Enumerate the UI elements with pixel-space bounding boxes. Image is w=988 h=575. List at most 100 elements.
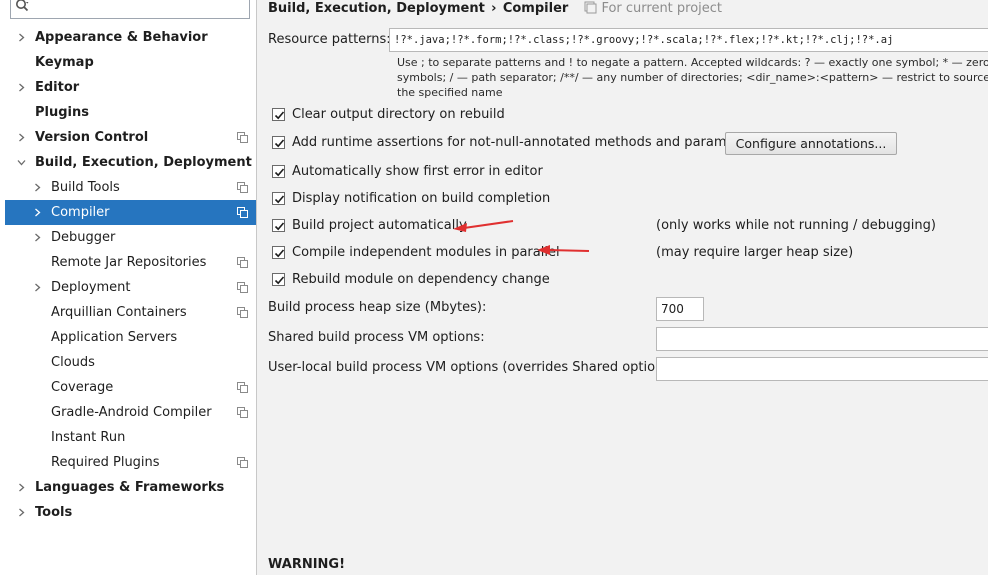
help-line: symbols; / — path separator; /**/ — any …: [397, 71, 988, 84]
resource-patterns-label: Resource patterns:: [268, 32, 391, 47]
chevron-right-icon[interactable]: [33, 233, 42, 242]
resource-patterns-input[interactable]: !?*.java;!?*.form;!?*.class;!?*.groovy;!…: [389, 28, 988, 52]
checkmark-icon: [274, 139, 285, 148]
chevron-right-icon[interactable]: [17, 133, 26, 142]
sidebar-item[interactable]: Version Control: [5, 125, 256, 150]
sidebar-item-label: Version Control: [35, 130, 149, 145]
checkmark-icon: [274, 249, 285, 258]
sidebar-item[interactable]: Keymap: [5, 50, 256, 75]
sidebar-item[interactable]: Debugger: [5, 225, 256, 250]
sidebar-item[interactable]: Build, Execution, Deployment: [5, 150, 256, 175]
search-icon: [16, 0, 29, 12]
option-label: Display notification on build completion: [292, 191, 551, 206]
sidebar-item[interactable]: Compiler: [5, 200, 256, 225]
breadcrumb-separator: ›: [491, 1, 497, 16]
chevron-right-icon[interactable]: [17, 483, 26, 492]
search-box[interactable]: [10, 0, 250, 19]
option-checkbox[interactable]: [272, 136, 285, 149]
project-scope-icon: [237, 132, 248, 143]
sidebar-item-label: Keymap: [35, 55, 94, 70]
option-checkbox[interactable]: [272, 108, 285, 121]
chevron-right-icon[interactable]: [17, 83, 26, 92]
sidebar-item-label: Appearance & Behavior: [35, 30, 208, 45]
search-input[interactable]: [37, 0, 242, 16]
sidebar-item-label: Languages & Frameworks: [35, 480, 225, 495]
sidebar-item[interactable]: Required Plugins: [5, 450, 256, 475]
sidebar-item-label: Coverage: [51, 380, 114, 395]
checkmark-icon: [274, 111, 285, 120]
sidebar-item-label: Remote Jar Repositories: [51, 255, 207, 270]
chevron-right-icon[interactable]: [33, 208, 42, 217]
project-scope-icon: [584, 1, 597, 14]
checkmark-icon: [274, 168, 285, 177]
chevron-down-icon[interactable]: [17, 158, 26, 167]
sidebar-item[interactable]: Remote Jar Repositories: [5, 250, 256, 275]
configure-annotations-button[interactable]: Configure annotations...: [725, 132, 897, 155]
sidebar-item[interactable]: Clouds: [5, 350, 256, 375]
checkmark-icon: [274, 195, 285, 204]
chevron-right-icon[interactable]: [33, 183, 42, 192]
breadcrumb-current: Compiler: [502, 1, 569, 16]
option-label: Rebuild module on dependency change: [292, 272, 550, 287]
sidebar-item[interactable]: Coverage: [5, 375, 256, 400]
project-scope-icon: [237, 182, 248, 193]
project-scope-icon: [237, 382, 248, 393]
project-scope-icon: [237, 282, 248, 293]
settings-sidebar: Appearance & Behavior Keymap Editor Plugins…: [0, 0, 257, 575]
project-scope-icon: [237, 207, 248, 218]
sidebar-item[interactable]: Application Servers: [5, 325, 256, 350]
chevron-right-icon[interactable]: [17, 33, 26, 42]
option-checkbox[interactable]: [272, 246, 285, 259]
sidebar-item[interactable]: Arquillian Containers: [5, 300, 256, 325]
annotation-arrow: [537, 245, 590, 255]
compiler-settings-panel: Build, Execution, Deployment › Compiler Fo…: [258, 0, 988, 575]
checkmark-icon: [274, 276, 285, 285]
sidebar-item-label: Gradle-Android Compiler: [51, 405, 212, 420]
option-label: Build project automatically: [292, 218, 467, 233]
shared-vm-options-label: Shared build process VM options:: [268, 330, 485, 345]
sidebar-item[interactable]: Editor: [5, 75, 256, 100]
local-vm-options-label: User-local build process VM options (ove…: [268, 360, 680, 375]
chevron-right-icon[interactable]: [17, 508, 26, 517]
sidebar-item[interactable]: Instant Run: [5, 425, 256, 450]
sidebar-item-label: Build, Execution, Deployment: [35, 155, 252, 170]
heap-size-input[interactable]: 700: [656, 297, 704, 321]
local-vm-options-input[interactable]: [656, 357, 988, 381]
sidebar-item[interactable]: Deployment: [5, 275, 256, 300]
option-note: (only works while not running / debuggin…: [656, 218, 936, 233]
sidebar-item-label: Plugins: [35, 105, 89, 120]
scope-label: For current project: [601, 1, 723, 16]
project-scope-icon: [237, 407, 248, 418]
annotation-arrow: [453, 220, 514, 232]
sidebar-item[interactable]: Build Tools: [5, 175, 256, 200]
sidebar-item-label: Tools: [35, 505, 73, 520]
option-note: (may require larger heap size): [656, 245, 854, 260]
shared-vm-options-input[interactable]: [656, 327, 988, 351]
sidebar-item[interactable]: Tools: [5, 500, 256, 525]
option-checkbox[interactable]: [272, 273, 285, 286]
sidebar-item-label: Editor: [35, 80, 80, 95]
sidebar-item-label: Clouds: [51, 355, 95, 370]
option-label: Clear output directory on rebuild: [292, 107, 505, 122]
chevron-right-icon[interactable]: [33, 283, 42, 292]
help-line: Use ; to separate patterns and ! to nega…: [397, 56, 988, 69]
resource-patterns-help: Use ; to separate patterns and ! to nega…: [397, 55, 988, 100]
option-checkbox[interactable]: [272, 192, 285, 205]
option-checkbox[interactable]: [272, 165, 285, 178]
sidebar-item-label: Application Servers: [51, 330, 178, 345]
sidebar-item-label: Deployment: [51, 280, 131, 295]
option-label: Add runtime assertions for not-null-anno…: [292, 135, 760, 150]
option-label: Automatically show first error in editor: [292, 164, 543, 179]
sidebar-item-label: Instant Run: [51, 430, 126, 445]
sidebar-item[interactable]: Gradle-Android Compiler: [5, 400, 256, 425]
breadcrumb: Build, Execution, Deployment › Compiler Fo…: [268, 0, 722, 18]
sidebar-item[interactable]: Appearance & Behavior: [5, 25, 256, 50]
help-line: the specified name: [397, 86, 503, 99]
sidebar-item[interactable]: Languages & Frameworks: [5, 475, 256, 500]
sidebar-item-label: Arquillian Containers: [51, 305, 187, 320]
sidebar-item[interactable]: Plugins: [5, 100, 256, 125]
warning-heading: WARNING!: [268, 557, 346, 572]
option-checkbox[interactable]: [272, 219, 285, 232]
project-scope-icon: [237, 457, 248, 468]
heap-size-label: Build process heap size (Mbytes):: [268, 300, 487, 315]
